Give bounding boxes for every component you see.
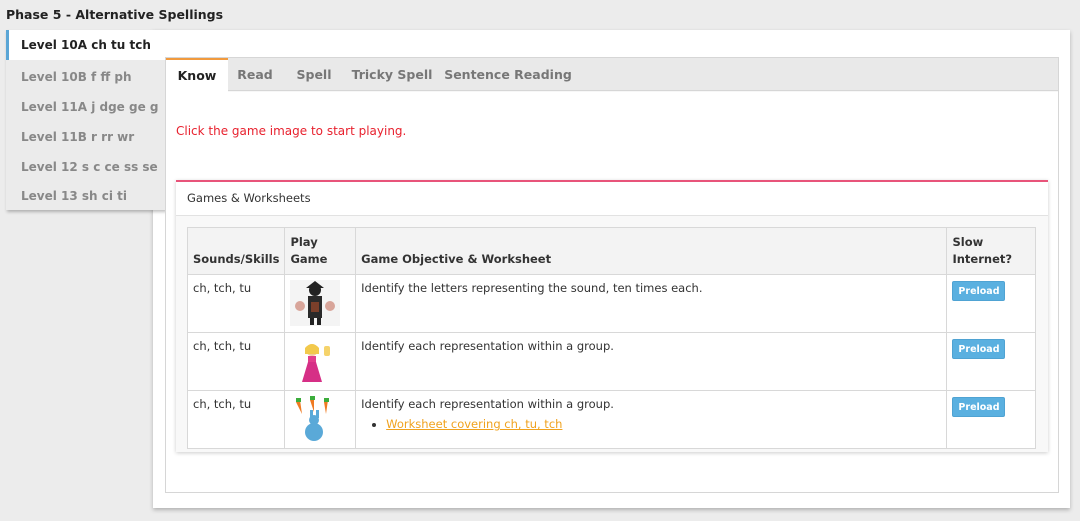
slow-internet-cell: Preload	[946, 274, 1036, 333]
table-row: ch, tch, tu	[186, 390, 1036, 449]
table-row: ch, tch, tu	[186, 274, 1036, 333]
preload-button[interactable]: Preload	[952, 339, 1006, 359]
tab-sentence-reading[interactable]: Sentence Reading	[438, 58, 578, 91]
objective-cell: Identify each representation within a gr…	[355, 390, 948, 449]
sounds-cell: ch, tch, tu	[186, 332, 286, 391]
play-game-cell	[284, 390, 357, 449]
tab-container: Know Read Spell Tricky Spell Sentence Re…	[165, 57, 1059, 493]
tab-panel-know: Click the game image to start playing. G…	[166, 92, 1058, 492]
level-item-10a[interactable]: Level 10A ch tu tch	[6, 30, 1056, 60]
worksheet-list: Worksheet covering ch, tu, tch	[386, 417, 941, 431]
level-item-10b[interactable]: Level 10B f ff ph	[6, 62, 166, 92]
worksheet-link[interactable]: Worksheet covering ch, tu, tch	[386, 417, 562, 431]
tab-know[interactable]: Know	[166, 58, 228, 92]
tab-spell[interactable]: Spell	[282, 58, 346, 91]
games-panel-title: Games & Worksheets	[176, 182, 1048, 216]
column-header-slow-internet: Slow Internet?	[946, 227, 1036, 275]
slow-internet-cell: Preload	[946, 332, 1036, 391]
column-header-objective: Game Objective & Worksheet	[355, 227, 948, 275]
games-table: Sounds/Skills Play Game Game Objective &…	[186, 227, 1036, 449]
slow-internet-cell: Preload	[946, 390, 1036, 449]
tab-bar: Know Read Spell Tricky Spell Sentence Re…	[166, 58, 1058, 92]
level-item-13[interactable]: Level 13 sh ci ti	[6, 181, 166, 211]
level-item-11a[interactable]: Level 11A j dge ge g	[6, 92, 166, 122]
play-game-cell	[284, 274, 357, 333]
level-list: Level 10A ch tu tch Level 10B f ff ph Le…	[6, 30, 1056, 211]
list-item: Worksheet covering ch, tu, tch	[386, 417, 941, 431]
preload-button[interactable]: Preload	[952, 397, 1006, 417]
level-item-12[interactable]: Level 12 s c ce ss se	[6, 152, 166, 182]
instruction-text: Click the game image to start playing.	[176, 124, 407, 138]
sounds-cell: ch, tch, tu	[186, 390, 286, 449]
tab-read[interactable]: Read	[228, 58, 282, 91]
objective-cell: Identify each representation within a gr…	[355, 332, 948, 391]
objective-cell: Identify the letters representing the so…	[355, 274, 948, 333]
witch-cauldron-game-icon[interactable]	[290, 280, 341, 326]
preload-button[interactable]: Preload	[952, 281, 1006, 301]
sounds-cell: ch, tch, tu	[186, 274, 286, 333]
play-game-cell	[284, 332, 357, 391]
bunny-carrots-game-icon[interactable]	[290, 396, 341, 442]
princess-game-icon[interactable]	[290, 338, 341, 384]
column-header-play-game: Play Game	[284, 227, 357, 275]
column-header-sounds: Sounds/Skills	[186, 227, 286, 275]
table-header-row: Sounds/Skills Play Game Game Objective &…	[186, 227, 1036, 275]
page-title: Phase 5 - Alternative Spellings	[6, 7, 224, 22]
tab-tricky-spell[interactable]: Tricky Spell	[346, 58, 438, 91]
table-row: ch, tch, tu Identify each representation…	[186, 332, 1036, 391]
level-item-11b[interactable]: Level 11B r rr wr	[6, 122, 166, 152]
games-worksheets-panel: Games & Worksheets Sounds/Skills Play Ga…	[176, 180, 1048, 452]
objective-text: Identify each representation within a gr…	[361, 397, 614, 411]
